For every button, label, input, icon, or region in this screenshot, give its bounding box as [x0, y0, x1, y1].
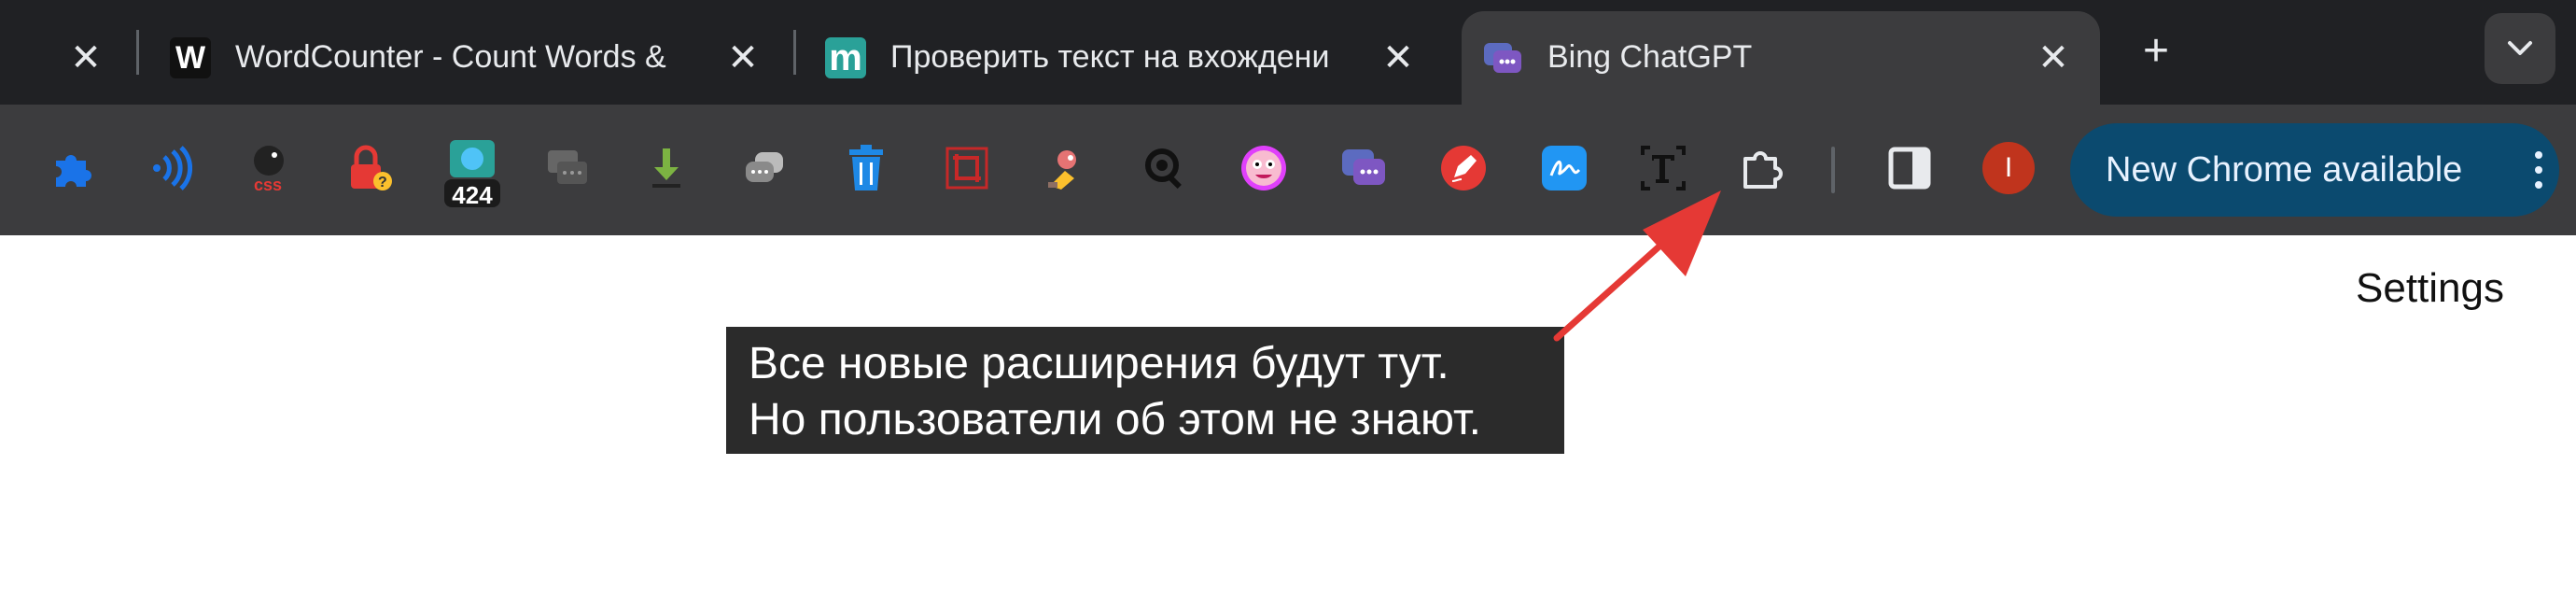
toolbar: css ? 424 I New Chrome available	[0, 105, 2576, 235]
tab-title: WordCounter - Count Words &	[235, 39, 666, 75]
tab-search-button[interactable]	[2485, 13, 2555, 84]
avatar[interactable]: I	[1982, 142, 2035, 194]
kebab-menu-icon[interactable]	[2529, 148, 2548, 192]
side-panel-icon[interactable]	[1883, 142, 1936, 194]
settings-label: Settings	[2356, 265, 2504, 311]
tooltip-line-2: Но пользователи об этом не знают.	[749, 395, 1481, 444]
new-chrome-available-button[interactable]: New Chrome available	[2070, 123, 2559, 217]
annotation-tooltip: Все новые расширения будут тут. Но польз…	[726, 327, 1564, 454]
puzzle-icon[interactable]	[45, 142, 97, 194]
css-icon[interactable]: css	[246, 142, 299, 194]
sprite-icon[interactable]	[1040, 142, 1092, 194]
counter-icon[interactable]: 424	[442, 138, 502, 209]
tooltip-line-1: Все новые расширения будут тут.	[749, 339, 1449, 388]
crop-icon[interactable]	[941, 142, 993, 194]
tab-close-button[interactable]: ✕	[724, 39, 762, 77]
pen-icon[interactable]	[1437, 142, 1490, 194]
text-t-icon[interactable]	[1637, 142, 1689, 194]
tab-wordcounter[interactable]: W WordCounter - Count Words & ✕	[149, 11, 793, 105]
extensions-puzzle-icon[interactable]	[1736, 142, 1788, 194]
tab-close-button[interactable]: ✕	[2035, 39, 2072, 77]
update-button-label: New Chrome available	[2106, 149, 2463, 190]
signature-icon[interactable]	[1538, 142, 1590, 194]
tab-title: Проверить текст на вхождени	[890, 39, 1330, 75]
search-gear-icon[interactable]	[1139, 142, 1191, 194]
plus-icon: +	[2142, 26, 2170, 76]
trash-icon[interactable]	[840, 142, 892, 194]
download-icon[interactable]	[640, 142, 693, 194]
svg-text:?: ?	[378, 175, 387, 190]
tab-close-button[interactable]: ✕	[67, 39, 105, 77]
bing-chat-icon[interactable]	[1338, 142, 1391, 194]
extension-badge: 424	[452, 181, 493, 209]
chat-bubbles-icon[interactable]	[739, 142, 791, 194]
svg-text:css: css	[254, 176, 282, 194]
bing-chat-favicon-icon	[1482, 37, 1523, 78]
wifi-sound-icon[interactable]	[144, 142, 196, 194]
wordcounter-favicon-icon: W	[170, 37, 211, 78]
chat-gray-icon[interactable]	[541, 142, 594, 194]
tab-close-button[interactable]: ✕	[1379, 39, 1417, 77]
toolbar-divider	[1831, 147, 1835, 193]
tab-title: Bing ChatGPT	[1547, 39, 1753, 75]
m-favicon-icon: m	[825, 37, 866, 78]
tab-proverit[interactable]: m Проверить текст на вхождени ✕	[805, 11, 1449, 105]
tab-0[interactable]: ✕	[0, 11, 131, 105]
tab-strip: ✕ W WordCounter - Count Words & ✕ m Пров…	[0, 0, 2576, 105]
tab-separator	[136, 30, 139, 75]
new-tab-button[interactable]: +	[2137, 28, 2175, 75]
smiley-icon[interactable]	[1238, 142, 1290, 194]
avatar-initial: I	[1982, 142, 2035, 194]
tab-separator	[793, 30, 796, 75]
tab-bing-chatgpt[interactable]: Bing ChatGPT ✕	[1462, 11, 2100, 105]
chevron-down-icon	[2508, 41, 2532, 55]
lock-icon[interactable]: ?	[342, 142, 394, 194]
